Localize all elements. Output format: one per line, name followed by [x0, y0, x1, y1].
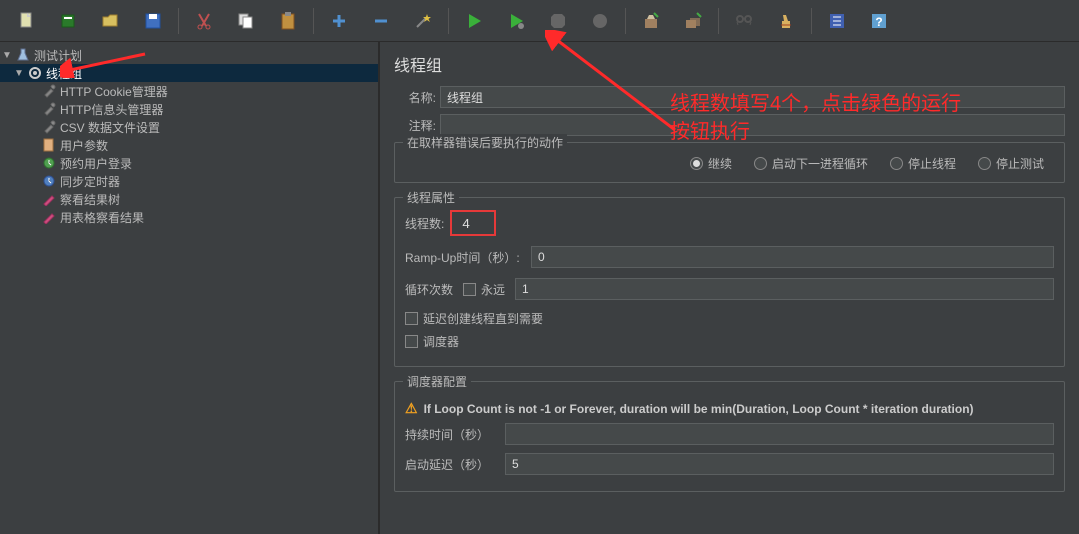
- clock-icon: [41, 155, 57, 171]
- copy-button[interactable]: [227, 5, 265, 37]
- tree-panel: ▼ 测试计划 ▼ 线程组 HTTP Cookie管理器 HTTP信息头管理器 C…: [0, 42, 380, 534]
- radio-stop-test[interactable]: 停止测试: [978, 155, 1044, 172]
- warning-text: If Loop Count is not -1 or Forever, dura…: [424, 402, 974, 416]
- delay-input[interactable]: [505, 453, 1054, 475]
- thread-count-highlight: [450, 210, 496, 236]
- svg-text:?: ?: [875, 15, 882, 29]
- clear-all-button[interactable]: [674, 5, 712, 37]
- error-action-legend: 在取样器错误后要执行的动作: [403, 134, 567, 151]
- play-button[interactable]: [455, 5, 493, 37]
- clear-button[interactable]: [632, 5, 670, 37]
- cut-button[interactable]: [185, 5, 223, 37]
- thread-props-fieldset: 线程属性 线程数: Ramp-Up时间（秒）: 循环次数 永远 延迟创建: [394, 197, 1065, 367]
- help-button[interactable]: ?: [860, 5, 898, 37]
- save-button[interactable]: [134, 5, 172, 37]
- delay-create-checkbox[interactable]: 延迟创建线程直到需要: [405, 310, 543, 327]
- tree-item[interactable]: CSV 数据文件设置: [0, 118, 378, 136]
- thread-props-legend: 线程属性: [403, 189, 459, 206]
- radio-stop-thread[interactable]: 停止线程: [890, 155, 956, 172]
- stop-remote-button[interactable]: [581, 5, 619, 37]
- error-action-fieldset: 在取样器错误后要执行的动作 继续 启动下一进程循环 停止线程 停止测试: [394, 142, 1065, 183]
- tree-item[interactable]: 同步定时器: [0, 172, 378, 190]
- plus-button[interactable]: [320, 5, 358, 37]
- thread-count-input[interactable]: [456, 212, 490, 234]
- ramp-input[interactable]: [531, 246, 1054, 268]
- tree-item[interactable]: HTTP Cookie管理器: [0, 82, 378, 100]
- remark-input[interactable]: [440, 114, 1065, 136]
- radio-next-loop[interactable]: 启动下一进程循环: [754, 155, 868, 172]
- name-input[interactable]: [440, 86, 1065, 108]
- wrench-icon: [41, 83, 57, 99]
- scheduler-fieldset: 调度器配置 ⚠ If Loop Count is not -1 or Forev…: [394, 381, 1065, 492]
- wrench-icon: [41, 101, 57, 117]
- scheduler-checkbox[interactable]: 调度器: [405, 333, 459, 350]
- reset-search-button[interactable]: [767, 5, 805, 37]
- duration-label: 持续时间（秒）: [405, 426, 505, 443]
- minus-button[interactable]: [362, 5, 400, 37]
- pencil-icon: [41, 191, 57, 207]
- function-helper-button[interactable]: [818, 5, 856, 37]
- loop-input[interactable]: [515, 278, 1054, 300]
- delay-label: 启动延迟（秒）: [405, 456, 505, 473]
- warning-icon: ⚠: [405, 400, 418, 417]
- panel-title: 线程组: [394, 52, 1065, 76]
- open-button[interactable]: [92, 5, 130, 37]
- search-button[interactable]: [725, 5, 763, 37]
- loop-label: 循环次数: [405, 281, 453, 298]
- main-toolbar: ?: [0, 0, 1079, 42]
- flask-icon: [15, 47, 31, 63]
- paste-button[interactable]: [269, 5, 307, 37]
- play-no-pause-button[interactable]: [497, 5, 535, 37]
- gear-icon: [27, 65, 43, 81]
- new-file-button[interactable]: [8, 5, 46, 37]
- tree-item[interactable]: HTTP信息头管理器: [0, 100, 378, 118]
- tree-item[interactable]: 用户参数: [0, 136, 378, 154]
- stop-button[interactable]: [539, 5, 577, 37]
- wrench-icon: [41, 119, 57, 135]
- tree-item[interactable]: 预约用户登录: [0, 154, 378, 172]
- scheduler-legend: 调度器配置: [403, 373, 471, 390]
- tree-root[interactable]: ▼ 测试计划: [0, 46, 378, 64]
- pencil-icon: [41, 209, 57, 225]
- name-label: 名称:: [394, 89, 436, 106]
- clock-icon: [41, 173, 57, 189]
- tree-item[interactable]: 用表格察看结果: [0, 208, 378, 226]
- content-panel: 线程组 名称: 注释: 在取样器错误后要执行的动作 继续 启动下一进程循环 停止…: [380, 42, 1079, 534]
- thread-count-label: 线程数:: [405, 215, 444, 232]
- radio-continue[interactable]: 继续: [690, 155, 732, 172]
- templates-button[interactable]: [50, 5, 88, 37]
- tree-thread-group[interactable]: ▼ 线程组: [0, 64, 378, 82]
- ramp-label: Ramp-Up时间（秒）:: [405, 249, 525, 266]
- toggle-icon[interactable]: ▼: [2, 50, 12, 61]
- toggle-icon[interactable]: ▼: [14, 68, 24, 79]
- doc-icon: [41, 137, 57, 153]
- remark-label: 注释:: [394, 117, 436, 134]
- wand-button[interactable]: [404, 5, 442, 37]
- tree-item[interactable]: 察看结果树: [0, 190, 378, 208]
- duration-input[interactable]: [505, 423, 1054, 445]
- tree-thread-group-label: 线程组: [46, 65, 82, 82]
- forever-checkbox[interactable]: 永远: [463, 281, 505, 298]
- tree-root-label: 测试计划: [34, 47, 82, 64]
